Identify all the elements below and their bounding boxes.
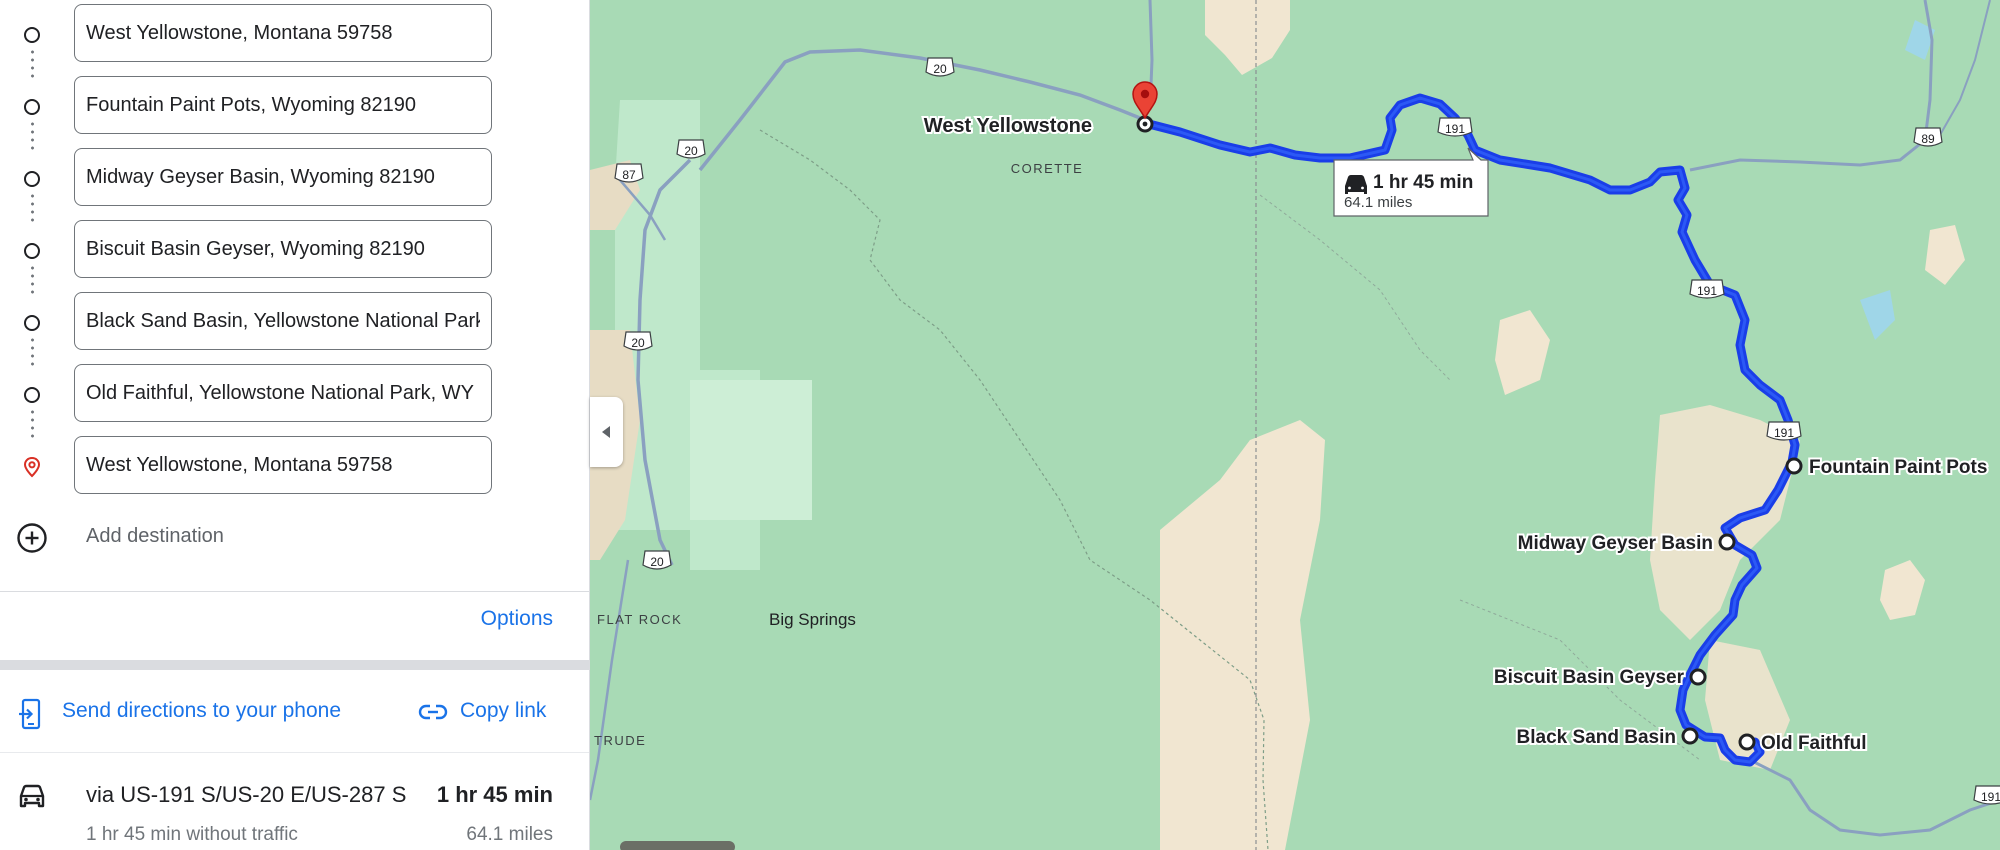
waypoint-marker-biscuit-basin[interactable] bbox=[1689, 668, 1707, 686]
circle-stop-icon bbox=[24, 387, 40, 403]
place-label-west-yellowstone[interactable]: West Yellowstone bbox=[922, 113, 1094, 139]
map-canvas[interactable]: 20 20 20 20 87 191 191 191 191 89 West Y… bbox=[590, 0, 2000, 850]
car-icon bbox=[19, 784, 45, 808]
copy-link-button[interactable]: Copy link bbox=[460, 699, 546, 723]
us-20-shield: 20 bbox=[623, 331, 653, 351]
waypoint-dot bbox=[1142, 121, 1148, 127]
stop-row-1 bbox=[0, 0, 589, 78]
stop-label-fountain-paint-pots[interactable]: Fountain Paint Pots bbox=[1807, 455, 1989, 480]
us-20-shield-label: 20 bbox=[650, 555, 664, 569]
stop-label-midway-geyser-basin[interactable]: Midway Geyser Basin bbox=[1516, 531, 1715, 556]
add-destination-label: Add destination bbox=[86, 525, 224, 547]
stop-input-2[interactable] bbox=[74, 76, 492, 134]
directions-panel: Add destination Options Send directions … bbox=[0, 0, 590, 850]
us-87-shield-label: 87 bbox=[622, 168, 636, 182]
us-89-shield-label: 89 bbox=[1921, 132, 1935, 146]
circle-stop-icon bbox=[24, 315, 40, 331]
stop-input-3[interactable] bbox=[74, 148, 492, 206]
route-duration: 1 hr 45 min bbox=[436, 782, 553, 807]
us-87-shield: 87 bbox=[614, 163, 644, 183]
us-191-shield: 191 bbox=[1689, 279, 1725, 299]
callout-duration: 1 hr 45 min bbox=[1373, 172, 1473, 193]
us-20-shield: 20 bbox=[925, 57, 955, 77]
us-20-shield: 20 bbox=[642, 550, 672, 570]
destination-pin-icon bbox=[23, 456, 41, 478]
us-20-shield-label: 20 bbox=[631, 336, 645, 350]
stop-input-1[interactable] bbox=[74, 4, 492, 62]
send-directions-to-phone-link[interactable]: Send directions to your phone bbox=[62, 699, 341, 723]
place-label-corette: CORETTE bbox=[1011, 161, 1084, 176]
circle-stop-icon bbox=[24, 243, 40, 259]
stop-label-black-sand-basin[interactable]: Black Sand Basin bbox=[1515, 725, 1678, 750]
stop-row-4 bbox=[0, 216, 589, 294]
circle-stop-icon bbox=[24, 99, 40, 115]
divider bbox=[0, 752, 589, 753]
stop-row-2 bbox=[0, 72, 589, 150]
us-191-shield: 191 bbox=[1437, 117, 1473, 137]
stop-row-5 bbox=[0, 288, 589, 366]
place-label-flat-rock: FLAT ROCK bbox=[597, 612, 682, 627]
stop-row-destination bbox=[0, 432, 589, 504]
meadow-area bbox=[690, 380, 812, 520]
send-to-phone-icon bbox=[19, 698, 41, 730]
stop-input-destination[interactable] bbox=[74, 436, 492, 494]
collapse-panel-button[interactable] bbox=[590, 397, 623, 467]
us-191-shield-label: 191 bbox=[1981, 790, 2000, 804]
section-divider bbox=[0, 660, 589, 670]
car-icon bbox=[1345, 175, 1367, 194]
place-label-big-springs[interactable]: Big Springs bbox=[769, 610, 856, 629]
us-191-shield-label: 191 bbox=[1445, 122, 1465, 136]
us-191-shield-label: 191 bbox=[1697, 284, 1717, 298]
us-191-shield-label: 191 bbox=[1774, 426, 1794, 440]
route-distance: 64.1 miles bbox=[466, 824, 553, 845]
share-row: Send directions to your phone Copy link bbox=[0, 690, 589, 734]
add-circle-icon bbox=[17, 523, 47, 553]
stop-row-6 bbox=[0, 360, 589, 438]
callout-distance: 64.1 miles bbox=[1344, 194, 1412, 211]
link-icon bbox=[418, 704, 448, 720]
waypoint-marker-old-faithful[interactable] bbox=[1738, 733, 1756, 751]
waypoint-marker-fountain-paint-pots[interactable] bbox=[1785, 457, 1803, 475]
circle-stop-icon bbox=[24, 27, 40, 43]
waypoint-marker-black-sand-basin[interactable] bbox=[1681, 727, 1699, 745]
us-191-shield: 191 bbox=[1973, 785, 2000, 805]
route-traffic-note: 1 hr 45 min without traffic bbox=[86, 824, 298, 845]
divider bbox=[0, 591, 589, 592]
layers-thumbnail[interactable] bbox=[620, 841, 735, 850]
us-20-shield-label: 20 bbox=[933, 62, 947, 76]
circle-stop-icon bbox=[24, 171, 40, 187]
chevron-left-icon bbox=[602, 426, 610, 438]
waypoint-marker-midway-geyser-basin[interactable] bbox=[1718, 533, 1736, 551]
us-89-shield: 89 bbox=[1913, 127, 1943, 147]
options-button[interactable]: Options bbox=[481, 607, 553, 631]
us-20-shield-label: 20 bbox=[684, 144, 698, 158]
place-label-trude: TRUDE bbox=[594, 733, 646, 748]
us-20-shield: 20 bbox=[676, 139, 706, 159]
route-via-label: via US-191 S/US-20 E/US-287 S bbox=[86, 782, 407, 807]
stop-input-4[interactable] bbox=[74, 220, 492, 278]
stop-label-old-faithful[interactable]: Old Faithful bbox=[1759, 731, 1869, 756]
us-191-shield: 191 bbox=[1766, 421, 1802, 441]
stop-input-5[interactable] bbox=[74, 292, 492, 350]
stop-label-biscuit-basin-geyser[interactable]: Biscuit Basin Geyser bbox=[1492, 665, 1687, 690]
stop-row-3 bbox=[0, 144, 589, 222]
stop-input-6[interactable] bbox=[74, 364, 492, 422]
add-destination-button[interactable]: Add destination bbox=[0, 510, 589, 564]
